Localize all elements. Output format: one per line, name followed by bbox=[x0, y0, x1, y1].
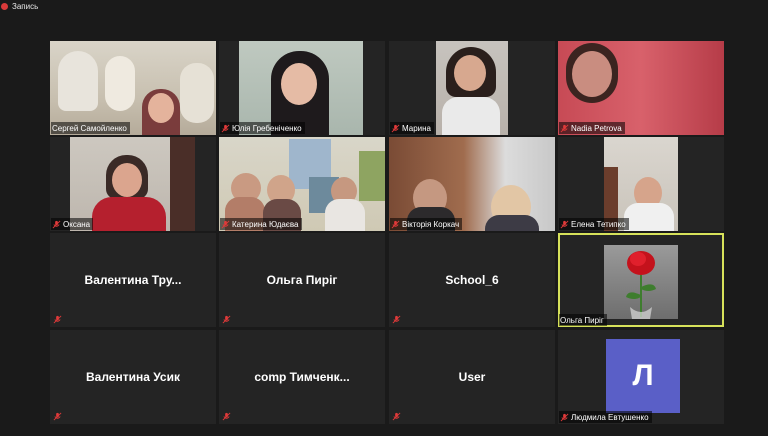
participant-nametag: Марина bbox=[390, 122, 434, 134]
participant-display-name: comp Тимченк... bbox=[254, 370, 350, 384]
video-tile[interactable]: Сергей Самойленко bbox=[50, 41, 216, 135]
participant-name: Юлія Гребеніченко bbox=[232, 123, 302, 133]
video-tile[interactable]: Юлія Гребеніченко bbox=[219, 41, 385, 135]
video-tile[interactable]: Катерина Юдаєва bbox=[219, 137, 385, 231]
mic-muted-icon bbox=[392, 412, 401, 421]
participant-nametag: Людмила Евтушенко bbox=[559, 411, 652, 423]
rose-icon bbox=[626, 251, 656, 319]
mic-muted-icon bbox=[222, 315, 231, 324]
mic-muted-icon bbox=[392, 315, 401, 324]
participant-tile[interactable]: Валентина Тру... bbox=[50, 233, 216, 327]
participant-name: Елена Тетипко bbox=[571, 219, 626, 229]
participant-nametag: Оксана bbox=[51, 218, 94, 230]
participant-tile[interactable]: Ольга Пиріг bbox=[219, 233, 385, 327]
video-feed bbox=[558, 41, 724, 135]
participant-display-name: Валентина Усик bbox=[85, 370, 180, 384]
mic-muted-icon bbox=[221, 124, 230, 133]
participant-name: Ольга Пиріг bbox=[560, 315, 604, 325]
mic-muted-icon bbox=[560, 124, 569, 133]
participant-display-name: Валентина Тру... bbox=[84, 273, 182, 287]
profile-picture bbox=[604, 245, 678, 319]
participant-display-name: User bbox=[458, 370, 486, 384]
mic-muted-icon bbox=[391, 124, 400, 133]
video-tile[interactable]: Марина bbox=[389, 41, 555, 135]
participant-name: Сергей Самойленко bbox=[52, 123, 127, 133]
video-feed bbox=[389, 137, 555, 231]
participant-nametag: Сергей Самойленко bbox=[51, 122, 130, 134]
mic-muted-icon bbox=[52, 220, 61, 229]
record-dot-icon bbox=[1, 2, 8, 10]
video-feed bbox=[239, 41, 363, 135]
video-feed bbox=[70, 137, 195, 231]
participant-display-name: Ольга Пиріг bbox=[266, 273, 338, 287]
participant-name: Вікторія Коркач bbox=[402, 219, 460, 229]
mic-muted-icon bbox=[221, 220, 230, 229]
video-tile[interactable]: Елена Тетипко bbox=[558, 137, 724, 231]
participant-tile[interactable]: Валентина Усик bbox=[50, 330, 216, 424]
video-tile[interactable]: Оксана bbox=[50, 137, 216, 231]
video-feed bbox=[219, 137, 385, 231]
participant-nametag: Ольга Пиріг bbox=[559, 314, 607, 326]
participant-tile[interactable]: Л Людмила Евтушенко bbox=[558, 330, 724, 424]
video-feed bbox=[436, 41, 508, 135]
video-tile[interactable]: Вікторія Коркач bbox=[389, 137, 555, 231]
participant-nametag: Вікторія Коркач bbox=[390, 218, 463, 230]
video-tile[interactable]: Nadia Petrova bbox=[558, 41, 724, 135]
participant-display-name: School_6 bbox=[445, 273, 499, 287]
recording-indicator[interactable]: Запись bbox=[0, 0, 38, 12]
participant-tile[interactable]: User bbox=[389, 330, 555, 424]
participant-tile[interactable]: School_6 bbox=[389, 233, 555, 327]
mic-muted-icon bbox=[222, 412, 231, 421]
participant-nametag: Юлія Гребеніченко bbox=[220, 122, 305, 134]
participant-name: Марина bbox=[402, 123, 431, 133]
active-speaker-tile[interactable]: Ольга Пиріг bbox=[558, 233, 724, 327]
participant-nametag: Nadia Petrova bbox=[559, 122, 625, 134]
participant-name: Катерина Юдаєва bbox=[232, 219, 299, 229]
avatar: Л bbox=[606, 339, 680, 413]
mic-muted-icon bbox=[53, 315, 62, 324]
participant-tile[interactable]: comp Тимченк... bbox=[219, 330, 385, 424]
mic-muted-icon bbox=[53, 412, 62, 421]
mic-muted-icon bbox=[560, 220, 569, 229]
participant-name: Людмила Евтушенко bbox=[571, 412, 649, 422]
mic-muted-icon bbox=[391, 220, 400, 229]
participant-name: Nadia Petrova bbox=[571, 123, 622, 133]
video-feed bbox=[604, 137, 678, 231]
participant-name: Оксана bbox=[63, 219, 91, 229]
mic-muted-icon bbox=[560, 413, 569, 422]
recording-label: Запись bbox=[12, 1, 39, 11]
participant-nametag: Катерина Юдаєва bbox=[220, 218, 302, 230]
video-feed bbox=[50, 41, 216, 135]
participant-nametag: Елена Тетипко bbox=[559, 218, 629, 230]
